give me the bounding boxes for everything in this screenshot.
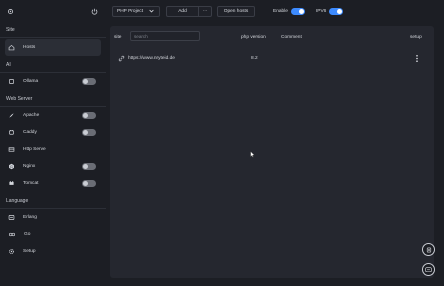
open-hosts-button[interactable]: Open hosts (217, 5, 255, 17)
section-title-site: Site (0, 22, 106, 38)
sidebar-item-label: Hosts (23, 45, 36, 50)
sidebar-item-label: Http Serve (23, 147, 46, 152)
enable-toggle[interactable] (290, 7, 305, 15)
sidebar-item-setup[interactable]: Setup (0, 243, 106, 260)
document-icon (426, 247, 432, 253)
caddy-toggle[interactable] (82, 129, 96, 136)
erlang-icon (8, 214, 15, 221)
column-header-site: site (114, 34, 122, 40)
project-select-value: PHP Project (117, 8, 144, 14)
chevron-down-icon (149, 9, 154, 13)
svg-text:G: G (10, 165, 13, 169)
column-header-php-version: php version (241, 34, 266, 40)
apache-feather-icon (8, 112, 15, 119)
column-header-comment: Comment (281, 34, 302, 40)
chat-bubble-icon (425, 266, 432, 273)
sidebar-item-ollama[interactable]: Ollama (0, 73, 106, 90)
sidebar-item-label: Tomcat (23, 181, 39, 186)
mouse-cursor-icon (250, 151, 255, 158)
sidebar-item-label: Ollama (23, 79, 39, 84)
gear-icon (8, 248, 15, 255)
ipv6-toggle[interactable] (329, 7, 344, 15)
php-version-value: 8.2 (251, 56, 258, 61)
ipv6-label: IPV6 (315, 8, 327, 14)
nginx-icon: G (8, 163, 15, 170)
more-vertical-icon[interactable] (415, 54, 419, 63)
section-title-web-server: Web Server (0, 91, 106, 107)
sidebar-item-label: Setup (23, 249, 36, 254)
site-url[interactable]: https://www.nryteid.de (128, 56, 175, 61)
chat-fab-button[interactable] (422, 263, 435, 276)
link-icon (118, 55, 125, 62)
sidebar-item-label: Go (24, 232, 31, 237)
settings-cog-icon[interactable] (7, 8, 14, 15)
power-icon[interactable] (91, 8, 98, 15)
project-select[interactable]: PHP Project (112, 5, 160, 17)
nginx-toggle[interactable] (82, 163, 96, 170)
sidebar-item-caddy[interactable]: Caddy (0, 124, 106, 141)
column-header-setup: setup (410, 34, 422, 40)
hosts-panel: site php version Comment setup https://w… (110, 26, 434, 278)
apache-toggle[interactable] (82, 112, 96, 119)
section-title-language: Language (0, 193, 106, 209)
tomcat-toggle[interactable] (82, 180, 96, 187)
sidebar: Site Hosts AI Ollama Web Server Apache C… (0, 0, 106, 286)
enable-label: Enable (273, 8, 288, 14)
sidebar-item-nginx[interactable]: G Nginx (0, 158, 106, 175)
caddy-icon (8, 129, 15, 136)
ollama-toggle[interactable] (82, 78, 96, 85)
table-row[interactable]: https://www.nryteid.de 8.2 (110, 48, 434, 70)
sidebar-item-apache[interactable]: Apache (0, 107, 106, 124)
sidebar-item-erlang[interactable]: Erlang (0, 209, 106, 226)
ollama-icon (8, 78, 15, 85)
sidebar-item-http-serve[interactable]: Http Serve (0, 141, 106, 158)
notes-fab-button[interactable] (422, 243, 435, 256)
sidebar-item-tomcat[interactable]: Tomcat (0, 175, 106, 192)
home-icon (8, 44, 15, 51)
sidebar-item-go[interactable]: Go (0, 226, 106, 243)
http-serve-icon (8, 146, 15, 153)
search-input[interactable] (130, 31, 200, 41)
toolbar: PHP Project Add ··· Open hosts Enable IP… (106, 0, 444, 22)
section-title-ai: AI (0, 57, 106, 73)
add-button[interactable]: Add (166, 5, 198, 17)
more-options-button[interactable]: ··· (198, 5, 212, 17)
sidebar-item-label: Caddy (23, 130, 37, 135)
sidebar-item-hosts[interactable]: Hosts (5, 39, 101, 56)
sidebar-item-label: Nginx (23, 164, 36, 169)
tomcat-icon (8, 180, 15, 187)
sidebar-item-label: Erlang (23, 215, 37, 220)
table-header: site php version Comment setup (110, 26, 434, 48)
sidebar-item-label: Apache (23, 113, 40, 118)
sidebar-header (0, 0, 106, 22)
go-gopher-icon (8, 231, 16, 238)
